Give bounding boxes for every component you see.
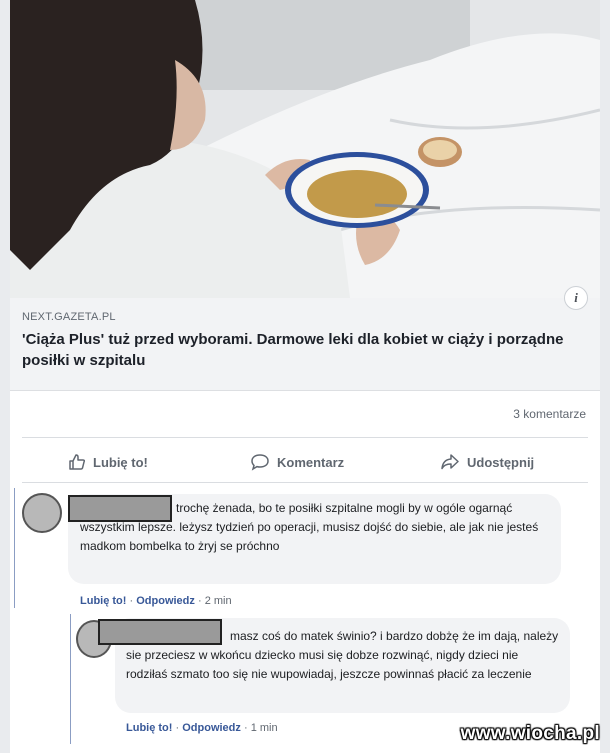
thumbs-up-icon <box>68 453 86 471</box>
link-domain: NEXT.GAZETA.PL <box>22 311 116 323</box>
comment-like-link[interactable]: Lubię to! <box>80 595 126 607</box>
post-action-bar: Lubię to! Komentarz Udostępnij <box>10 443 600 481</box>
avatar[interactable] <box>22 493 62 533</box>
like-label: Lubię to! <box>93 454 148 470</box>
info-icon[interactable]: i <box>564 286 588 310</box>
link-preview[interactable]: i NEXT.GAZETA.PL 'Ciąża Plus' tuż przed … <box>10 286 600 391</box>
divider <box>22 482 588 483</box>
comment-time: 2 min <box>204 595 232 607</box>
comment-meta: Lubię to! · Odpowiedz · 1 min <box>126 722 278 734</box>
share-button[interactable]: Udostępnij <box>440 443 534 481</box>
article-photo[interactable] <box>10 0 600 298</box>
share-label: Udostępnij <box>467 454 535 470</box>
share-arrow-icon <box>440 453 460 471</box>
comment-label: Komentarz <box>277 454 345 470</box>
comment-reply-link[interactable]: Odpowiedz <box>182 722 241 734</box>
comment-count[interactable]: 3 komentarze <box>513 407 586 421</box>
site-watermark: www.wiocha.pl <box>460 723 600 744</box>
comment-reply-link[interactable]: Odpowiedz <box>136 595 195 607</box>
like-button[interactable]: Lubię to! <box>68 443 148 481</box>
reply-thread-line <box>70 614 71 744</box>
comment-button[interactable]: Komentarz <box>250 443 344 481</box>
divider <box>22 437 588 438</box>
speech-bubble-icon <box>250 453 270 471</box>
post-card: i NEXT.GAZETA.PL 'Ciąża Plus' tuż przed … <box>10 0 600 753</box>
screenshot-frame: i NEXT.GAZETA.PL 'Ciąża Plus' tuż przed … <box>0 0 610 753</box>
comment-meta: Lubię to! · Odpowiedz · 2 min <box>80 595 232 607</box>
comment-text: trochę żenada, bo te posiłki szpitalne m… <box>80 501 539 553</box>
comment-time: 1 min <box>250 722 278 734</box>
comment-like-link[interactable]: Lubię to! <box>126 722 172 734</box>
link-headline[interactable]: 'Ciąża Plus' tuż przed wyborami. Darmowe… <box>22 329 577 371</box>
comment-text: masz coś do matek świnio? i bardzo dobżę… <box>126 629 559 681</box>
thread-line <box>14 488 15 608</box>
